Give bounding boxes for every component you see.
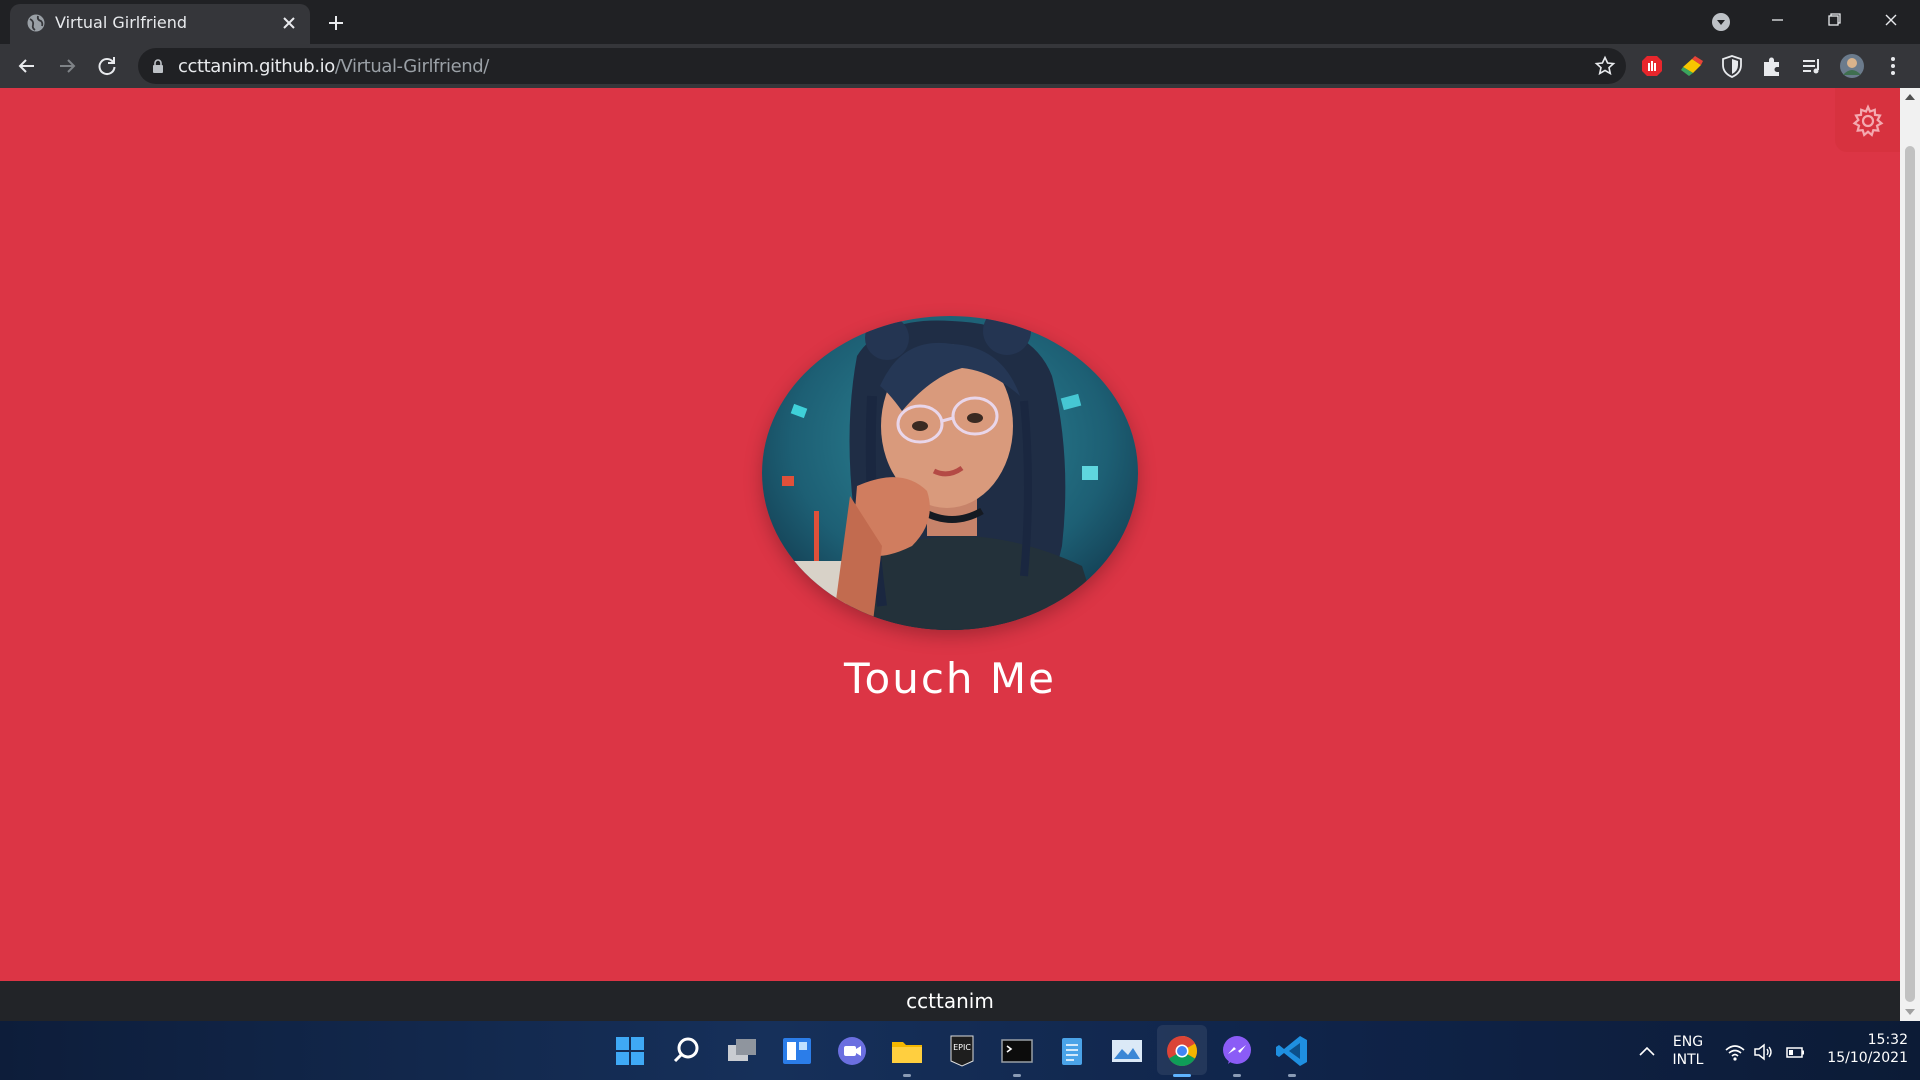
search-icon[interactable] (669, 1033, 705, 1069)
terminal-icon[interactable] (999, 1033, 1035, 1069)
teams-chat-icon[interactable] (834, 1033, 870, 1069)
gear-icon (1852, 104, 1884, 137)
forward-button[interactable] (53, 52, 81, 80)
file-explorer-running-indicator (903, 1074, 911, 1077)
keyboard-layout: INTL (1672, 1052, 1704, 1068)
start-windows-icon[interactable] (612, 1033, 648, 1069)
svg-text:EPIC: EPIC (953, 1043, 971, 1052)
clock[interactable]: 15:32 15/10/2021 (1818, 1031, 1908, 1067)
clock-date: 15/10/2021 (1827, 1050, 1908, 1066)
page-footer: ccttanim (0, 981, 1900, 1021)
footer-credit: ccttanim (906, 989, 994, 1013)
photos-icon[interactable] (1109, 1033, 1145, 1069)
close-window-button[interactable] (1867, 2, 1915, 38)
media-controls-icon[interactable] (1799, 53, 1825, 79)
touch-me-heading[interactable]: Touch Me (0, 654, 1900, 703)
scroll-thumb[interactable] (1905, 146, 1915, 1002)
extensions-puzzle-icon[interactable] (1759, 53, 1785, 79)
terminal-running-indicator (1013, 1074, 1021, 1077)
lock-icon[interactable] (151, 59, 165, 73)
back-button[interactable] (13, 52, 41, 80)
notepad-icon[interactable] (1054, 1033, 1090, 1069)
globe-icon (27, 14, 45, 32)
shield-extension-icon[interactable] (1719, 53, 1745, 79)
task-view-icon[interactable] (724, 1033, 760, 1069)
address-bar[interactable]: ccttanim.github.io/Virtual-Girlfriend/ (138, 48, 1626, 84)
vscode-icon[interactable] (1274, 1033, 1310, 1069)
restore-button[interactable] (1810, 2, 1858, 38)
url-host: ccttanim.github.io (178, 56, 335, 77)
file-explorer-icon[interactable] (889, 1033, 925, 1069)
chrome-menu-icon[interactable] (1880, 53, 1906, 79)
close-tab-icon[interactable] (278, 12, 300, 34)
show-hidden-icons-chevron-icon[interactable] (1636, 1041, 1658, 1063)
translate-extension-icon[interactable] (1679, 53, 1705, 79)
minimize-button[interactable] (1753, 2, 1801, 38)
url-path: /Virtual-Girlfriend/ (334, 56, 490, 77)
language-code: ENG (1672, 1034, 1704, 1050)
url-text[interactable]: ccttanim.github.io/Virtual-Girlfriend/ (178, 56, 489, 77)
profile-avatar-icon[interactable] (1839, 53, 1865, 79)
chrome-active-indicator (1173, 1074, 1191, 1077)
input-language-indicator[interactable]: ENG INTL (1664, 1033, 1712, 1069)
girlfriend-avatar-image[interactable] (762, 316, 1138, 630)
new-tab-button[interactable] (322, 9, 350, 37)
tab-title: Virtual Girlfriend (55, 13, 188, 32)
adblock-extension-icon[interactable] (1639, 53, 1665, 79)
wifi-icon[interactable] (1724, 1041, 1746, 1063)
browser-toolbar: ccttanim.github.io/Virtual-Girlfriend/ (0, 44, 1920, 88)
battery-icon[interactable] (1784, 1041, 1806, 1063)
scroll-down-arrow-icon[interactable] (1905, 1009, 1915, 1015)
messenger-icon[interactable] (1219, 1033, 1255, 1069)
vscode-running-indicator (1288, 1074, 1296, 1077)
bookmark-star-icon[interactable] (1594, 55, 1616, 77)
reload-button[interactable] (93, 52, 121, 80)
avatar-illustration (762, 316, 1138, 630)
tab-strip: Virtual Girlfriend (0, 0, 1920, 44)
epic-games-icon[interactable]: EPIC (944, 1033, 980, 1069)
windows-taskbar: EPIC ENG INTL 15:32 15/10/2021 (0, 1021, 1920, 1080)
browser-tab[interactable]: Virtual Girlfriend (10, 4, 310, 44)
chrome-icon[interactable] (1164, 1033, 1200, 1069)
tab-search-icon[interactable] (1709, 10, 1733, 34)
widgets-icon[interactable] (779, 1033, 815, 1069)
messenger-running-indicator (1233, 1074, 1241, 1077)
page-content: Touch Me (0, 88, 1900, 981)
page-scrollbar[interactable] (1900, 88, 1920, 1021)
settings-button[interactable] (1835, 88, 1900, 152)
clock-time: 15:32 (1867, 1032, 1908, 1048)
scroll-up-arrow-icon[interactable] (1905, 94, 1915, 100)
volume-icon[interactable] (1752, 1041, 1774, 1063)
